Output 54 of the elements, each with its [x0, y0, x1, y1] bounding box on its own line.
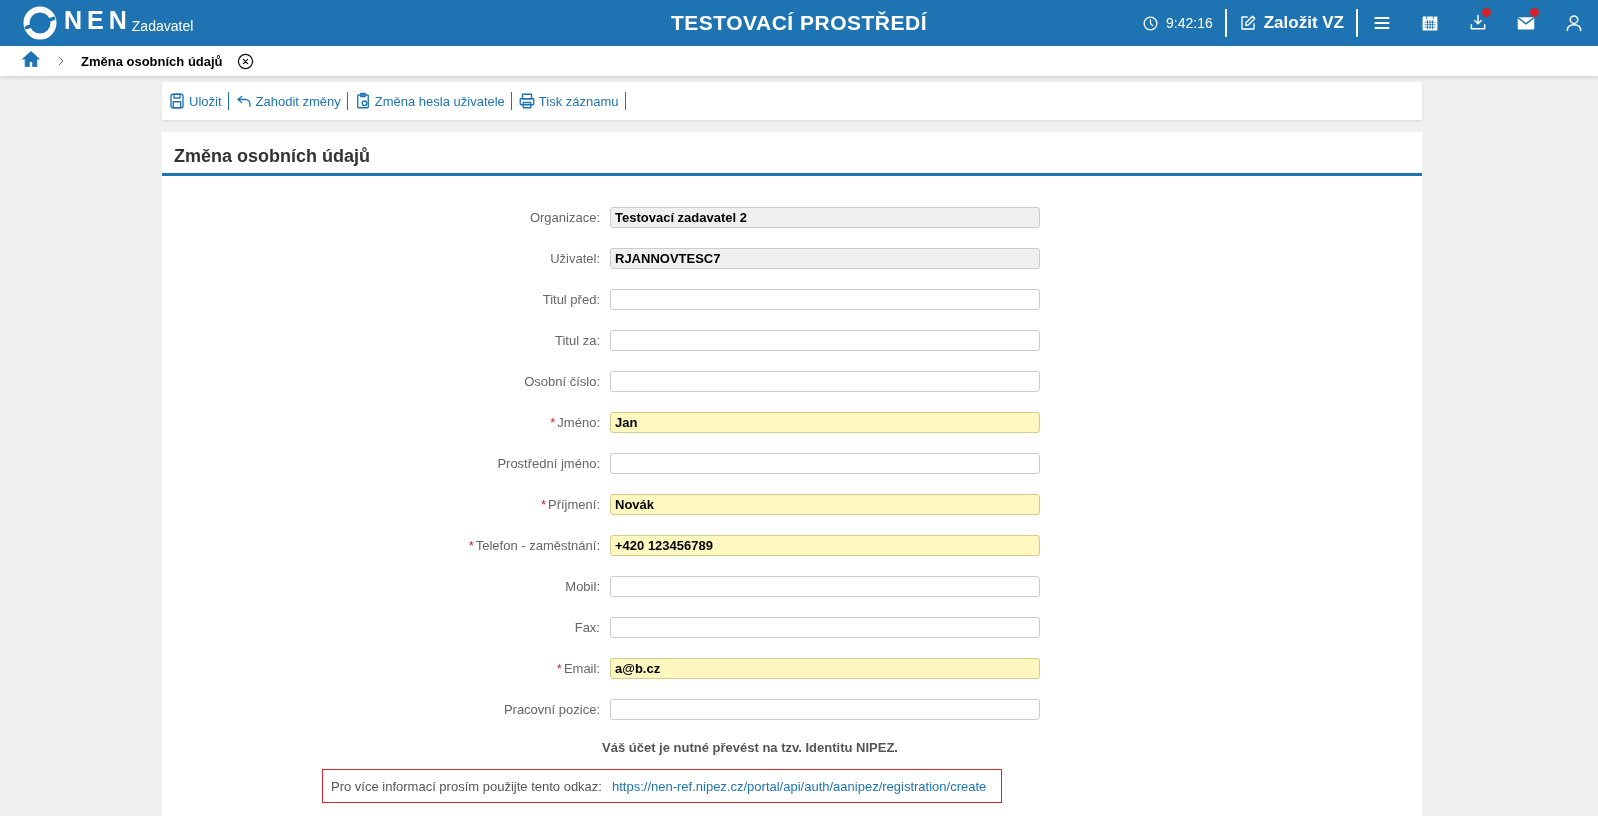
input-field[interactable]	[610, 371, 1040, 392]
field-label: Organizace:	[529, 210, 600, 225]
user-icon	[1564, 13, 1584, 33]
required-asterisk: *	[550, 415, 556, 430]
field-label: Příjmení:	[548, 497, 600, 512]
download-icon	[1468, 13, 1488, 33]
field-label: Fax:	[574, 620, 600, 635]
input-field[interactable]: +420 123456789	[610, 535, 1040, 556]
input-field[interactable]	[610, 289, 1040, 310]
input-field[interactable]: RJANNOVTESC7	[610, 248, 1040, 269]
field-label: Pracovní pozice:	[503, 702, 600, 717]
input-field[interactable]	[610, 576, 1040, 597]
field-label: Uživatel:	[550, 251, 600, 266]
input-field[interactable]: Testovací zadavatel 2	[610, 207, 1040, 228]
input-field[interactable]	[610, 699, 1040, 720]
create-tender-button[interactable]: Založit VZ	[1226, 13, 1356, 33]
field-label: Prostřední jméno:	[497, 456, 600, 471]
discard-button[interactable]: Zahodit změny	[234, 92, 348, 110]
field-label: Titul před:	[542, 292, 600, 307]
input-field[interactable]: a@b.cz	[610, 658, 1040, 679]
close-icon	[236, 52, 254, 70]
home-icon	[21, 49, 41, 69]
info-label: Pro více informací prosím použijte tento odkaz:	[331, 778, 602, 794]
field-label: Jméno:	[557, 415, 600, 430]
logo-subtitle: Zadavatel	[131, 18, 194, 34]
password-button[interactable]: Změna hesla uživatele	[353, 92, 512, 110]
logo-ring-icon	[22, 5, 58, 41]
logo-text: NEN	[64, 7, 132, 33]
calendar-icon	[1420, 13, 1440, 33]
clock-time: 9:42:16	[1166, 15, 1213, 31]
field-label: Osobní číslo:	[524, 374, 600, 389]
save-button[interactable]: Uložit	[168, 92, 229, 110]
registration-link[interactable]: https://nen-ref.nipez.cz/portal/api/auth/aanipez/registration/create	[611, 778, 987, 794]
breadcrumb-current: Změna osobních údajů	[81, 53, 223, 69]
required-asterisk: *	[468, 538, 474, 553]
input-field[interactable]	[610, 453, 1040, 474]
field-label: Telefon - zaměstnání:	[475, 538, 600, 553]
required-asterisk: *	[540, 497, 546, 512]
required-asterisk: *	[556, 661, 562, 676]
field-label: Email:	[563, 661, 600, 676]
input-field[interactable]	[610, 330, 1040, 351]
print-button[interactable]: Tisk záznamu	[517, 92, 626, 110]
input-field[interactable]	[610, 617, 1040, 638]
field-label: Titul za:	[554, 333, 600, 348]
environment-title: TESTOVACÍ PROSTŘEDÍ	[670, 11, 928, 34]
notice-text: Váš účet je nutné převést na tzv. Identitu NIPEZ.	[602, 740, 899, 755]
clock-icon	[1142, 14, 1159, 32]
input-field[interactable]: Jan	[610, 412, 1040, 433]
edit-icon	[1238, 14, 1257, 32]
form-title: Změna osobních údajů	[162, 132, 1422, 176]
printer-icon	[517, 92, 536, 110]
save-icon	[168, 92, 186, 110]
input-field[interactable]: Novák	[610, 494, 1040, 515]
field-label: Mobil:	[565, 579, 600, 594]
